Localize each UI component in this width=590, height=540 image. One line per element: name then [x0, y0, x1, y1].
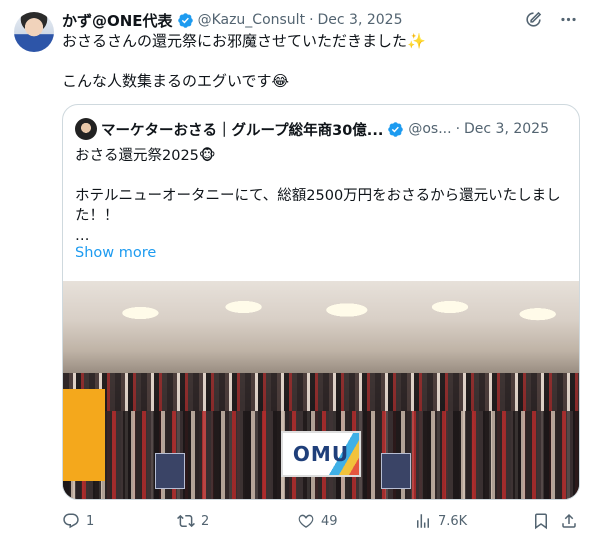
quote-date: Dec 3, 2025	[464, 121, 549, 137]
bookmark-icon	[535, 513, 547, 530]
retweet-count: 2	[201, 513, 210, 529]
more-icon[interactable]	[559, 10, 578, 29]
share-icon	[562, 513, 576, 528]
grok-icon[interactable]	[524, 10, 543, 29]
author-handle[interactable]: @Kazu_Consult	[198, 12, 306, 28]
separator-dot: ·	[309, 12, 314, 28]
top-actions	[524, 10, 578, 29]
retweet-icon	[177, 514, 195, 528]
like-count: 49	[321, 513, 338, 529]
like-button[interactable]: 49	[297, 512, 338, 530]
quote-author-handle: @os...	[408, 121, 452, 137]
stage-sign: OMU	[281, 431, 361, 477]
side-banner	[63, 389, 105, 481]
stage-sign-text: OMU	[292, 442, 350, 466]
quote-author-name: マーケターおさる｜グループ総年商30億...	[101, 122, 384, 139]
tweet-date[interactable]: Dec 3, 2025	[318, 12, 403, 28]
show-more-link[interactable]: Show more	[75, 245, 156, 261]
views-icon	[417, 514, 429, 528]
like-icon	[298, 514, 314, 528]
event-photo[interactable]: OMU	[63, 281, 579, 499]
ceiling-lights	[63, 289, 579, 349]
tweet-text: おさるさんの還元祭にお邪魔させていただきました✨ こんな人数集まるのエグいです😂	[62, 32, 426, 90]
quote-author-avatar	[75, 118, 97, 140]
separator-dot: ·	[455, 121, 461, 137]
author-avatar[interactable]	[14, 12, 54, 52]
verified-icon	[388, 121, 404, 137]
poster	[381, 453, 411, 489]
quote-header: マーケターおさる｜グループ総年商30億... @os... · Dec 3, 2…	[75, 118, 567, 140]
tweet-header: かず@ONE代表 @Kazu_Consult · Dec 3, 2025	[62, 9, 403, 31]
views-count: 7.6K	[438, 513, 468, 529]
retweet-button[interactable]: 2	[177, 512, 209, 530]
views-button[interactable]: 7.6K	[414, 512, 467, 530]
quoted-tweet[interactable]: マーケターおさる｜グループ総年商30億... @os... · Dec 3, 2…	[62, 104, 580, 500]
reply-button[interactable]: 1	[62, 512, 94, 530]
quote-text: おさる還元祭2025🐵 ホテルニューオータニーにて、総額2500万円をおさるから…	[75, 148, 561, 244]
tweet-actions: 1 2 49 7.6K	[62, 512, 580, 534]
verified-icon	[177, 12, 193, 28]
share-button[interactable]	[560, 512, 578, 530]
reply-icon	[63, 513, 79, 529]
author-display-name[interactable]: かず@ONE代表	[62, 10, 173, 31]
reply-count: 1	[86, 513, 95, 529]
bookmark-button[interactable]	[532, 512, 550, 530]
poster	[155, 453, 185, 489]
